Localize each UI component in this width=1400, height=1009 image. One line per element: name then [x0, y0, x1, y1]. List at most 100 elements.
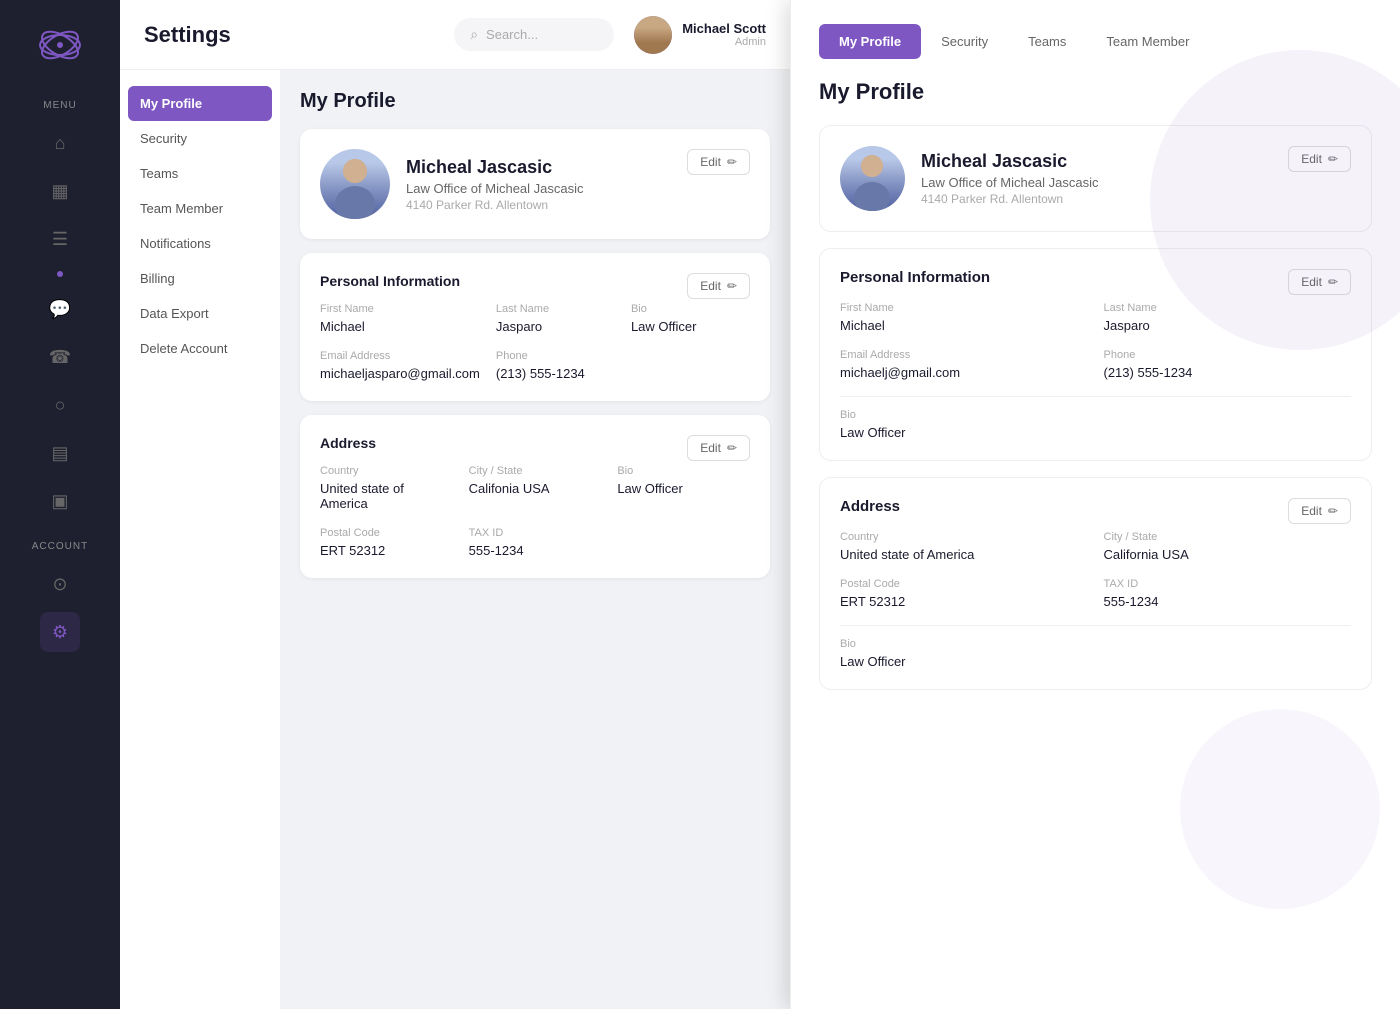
main-content: Settings ⌕ Search... Michael Scott Admin [120, 0, 790, 1009]
first-name-item: First Name Michael [320, 303, 480, 334]
address-info-grid: Country United state of America City / S… [320, 465, 750, 558]
sidebar-folder-icon[interactable]: ▣ [40, 481, 80, 521]
sidebar-clock-icon[interactable]: ○ [40, 385, 80, 425]
profile-edit-button[interactable]: Edit ✏ [687, 149, 750, 175]
right-city-label: City / State [1104, 531, 1352, 543]
edit-label: Edit [1301, 504, 1322, 518]
edit-label: Edit [700, 279, 721, 293]
user-name: Michael Scott [682, 21, 766, 36]
profile-avatar [320, 149, 390, 219]
bio-item-addr: Bio Law Officer [617, 465, 750, 511]
right-phone: Phone (213) 555-1234 [1104, 349, 1352, 380]
right-profile-org: Law Office of Micheal Jascasic [921, 175, 1099, 190]
city-value: Califonia USA [469, 481, 602, 496]
search-icon: ⌕ [470, 26, 478, 43]
right-postal-label: Postal Code [840, 578, 1088, 590]
right-email-value: michaelj@gmail.com [840, 365, 1088, 380]
right-postal: Postal Code ERT 52312 [840, 578, 1088, 609]
divider [840, 396, 1351, 397]
sidebar-chat-icon[interactable]: 💬 [40, 289, 80, 329]
profile-address: 4140 Parker Rd. Allentown [406, 198, 584, 212]
nav-team-member[interactable]: Team Member [120, 191, 280, 226]
right-country-value: United state of America [840, 547, 1088, 562]
right-contact-grid: Email Address michaelj@gmail.com Phone (… [840, 349, 1351, 380]
phone-value: (213) 555-1234 [496, 366, 615, 381]
profile-org: Law Office of Micheal Jascasic [406, 181, 584, 196]
right-profile-text: Micheal Jascasic Law Office of Micheal J… [921, 151, 1099, 206]
right-avatar-face [840, 146, 905, 211]
right-tabs: My Profile Security Teams Team Member [819, 24, 1372, 59]
right-address-header: Address Edit ✏ [840, 498, 1351, 531]
sidebar-chart-icon[interactable]: ▤ [40, 433, 80, 473]
sidebar: MENU ⌂ ▦ ☰ 💬 ☎ ○ ▤ ▣ ACCOUNT ⊙ ⚙ [0, 0, 120, 1009]
right-address-card: Address Edit ✏ Country United state of A… [819, 477, 1372, 690]
tab-team-member[interactable]: Team Member [1086, 24, 1209, 59]
edit-pencil-icon: ✏ [727, 155, 737, 169]
right-addr-bio-value: Law Officer [840, 654, 1351, 669]
right-tax: TAX ID 555-1234 [1104, 578, 1352, 609]
right-tax-value: 555-1234 [1104, 594, 1352, 609]
personal-info-card: Personal Information Edit ✏ First Name M… [300, 253, 770, 401]
nav-delete-account[interactable]: Delete Account [120, 331, 280, 366]
tab-teams[interactable]: Teams [1008, 24, 1086, 59]
right-profile-header: Micheal Jascasic Law Office of Micheal J… [840, 146, 1099, 211]
profile-card: Micheal Jascasic Law Office of Micheal J… [300, 129, 770, 239]
right-personal-info-card: Personal Information Edit ✏ First Name M… [819, 248, 1372, 461]
phone-item: Phone (213) 555-1234 [496, 350, 615, 381]
search-bar[interactable]: ⌕ Search... [454, 18, 614, 51]
address-card: Address Edit ✏ Country United state of A… [300, 415, 770, 578]
right-profile-edit-button[interactable]: Edit ✏ [1288, 146, 1351, 172]
sidebar-list-icon[interactable]: ☰ [40, 219, 80, 259]
right-personal-title: Personal Information [840, 269, 990, 286]
user-avatar [634, 16, 672, 54]
page-title: My Profile [300, 90, 770, 113]
logo[interactable] [35, 20, 85, 70]
sidebar-settings-icon[interactable]: ⚙ [40, 612, 80, 652]
right-first-name: First Name Michael [840, 302, 1088, 333]
edit-label: Edit [700, 441, 721, 455]
postal-label: Postal Code [320, 527, 453, 539]
profile-text: Micheal Jascasic Law Office of Micheal J… [406, 157, 584, 212]
sidebar-phone-icon[interactable]: ☎ [40, 337, 80, 377]
app-title: Settings [144, 22, 454, 48]
nav-notifications[interactable]: Notifications [120, 226, 280, 261]
menu-label: MENU [43, 100, 76, 111]
tab-security[interactable]: Security [921, 24, 1008, 59]
user-info: Michael Scott Admin [634, 16, 766, 54]
left-nav: My Profile Security Teams Team Member No… [120, 70, 280, 1009]
nav-billing[interactable]: Billing [120, 261, 280, 296]
postal-value: ERT 52312 [320, 543, 453, 558]
address-edit-button[interactable]: Edit ✏ [687, 435, 750, 461]
right-panel: My Profile Security Teams Team Member My… [790, 0, 1400, 1009]
right-phone-label: Phone [1104, 349, 1352, 361]
country-label: Country [320, 465, 453, 477]
content-area: My Profile [280, 70, 790, 1009]
nav-security[interactable]: Security [120, 121, 280, 156]
nav-teams[interactable]: Teams [120, 156, 280, 191]
last-name-label: Last Name [496, 303, 615, 315]
bio-label: Bio [631, 303, 750, 315]
profile-card-header: Micheal Jascasic Law Office of Micheal J… [320, 149, 750, 219]
bio-addr-value: Law Officer [617, 481, 750, 496]
sidebar-calendar-icon[interactable]: ▦ [40, 171, 80, 211]
sidebar-headset-icon[interactable]: ⊙ [40, 564, 80, 604]
profile-avatar-face [320, 149, 390, 219]
tax-label: TAX ID [469, 527, 602, 539]
right-personal-edit-button[interactable]: Edit ✏ [1288, 269, 1351, 295]
nav-data-export[interactable]: Data Export [120, 296, 280, 331]
right-country: Country United state of America [840, 531, 1088, 562]
bg-orb2 [1180, 709, 1380, 909]
edit-pencil-icon: ✏ [1328, 152, 1338, 166]
email-label: Email Address [320, 350, 480, 362]
right-address-edit-button[interactable]: Edit ✏ [1288, 498, 1351, 524]
edit-label: Edit [1301, 152, 1322, 166]
nav-my-profile[interactable]: My Profile [128, 86, 272, 121]
address-title: Address [320, 435, 376, 451]
personal-info-edit-button[interactable]: Edit ✏ [687, 273, 750, 299]
right-bio-value: Law Officer [840, 425, 1351, 440]
sidebar-home-icon[interactable]: ⌂ [40, 123, 80, 163]
tab-my-profile[interactable]: My Profile [819, 24, 921, 59]
phone-label: Phone [496, 350, 615, 362]
right-profile-addr: 4140 Parker Rd. Allentown [921, 192, 1099, 206]
right-profile-name: Micheal Jascasic [921, 151, 1099, 172]
